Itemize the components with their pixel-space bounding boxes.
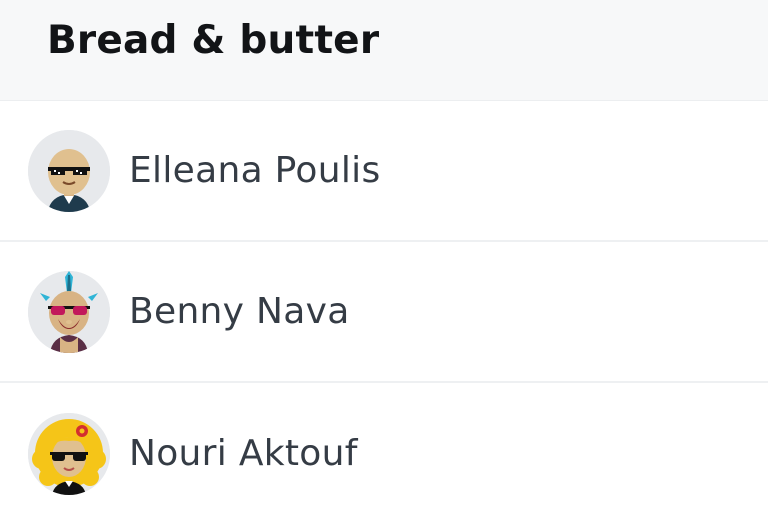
avatar-mohawk-sunglasses-icon — [28, 270, 110, 353]
contact-row-benny-nava[interactable]: Benny Nava — [0, 242, 768, 383]
section-header: Bread & butter — [0, 0, 768, 101]
contact-name: Nouri Aktouf — [129, 433, 358, 474]
contact-row-elleana-poulis[interactable]: Elleana Poulis — [0, 101, 768, 242]
contact-row-nouri-aktouf[interactable]: Nouri Aktouf — [0, 383, 768, 523]
contact-list: Elleana Poulis Benny Nava Nouri Aktouf — [0, 101, 768, 523]
section-title: Bread & butter — [47, 17, 380, 63]
avatar-blonde-flower-sunglasses-icon — [28, 412, 110, 495]
avatar-bald-sunglasses-icon — [28, 129, 110, 212]
contact-name: Benny Nava — [129, 291, 350, 332]
contact-name: Elleana Poulis — [129, 150, 381, 191]
contacts-screen: Bread & butter Elleana Poulis Benny Nava… — [0, 0, 768, 523]
